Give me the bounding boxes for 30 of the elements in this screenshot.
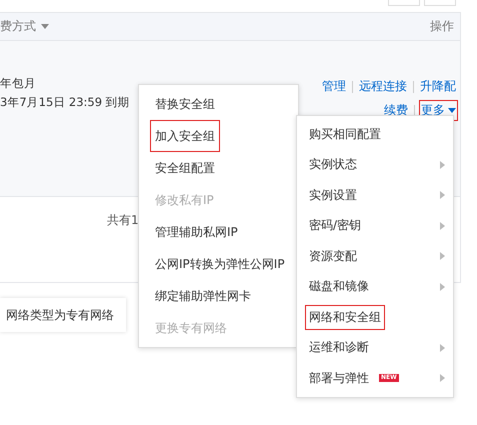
menu-item[interactable]: 管理辅助私网IP [150, 216, 243, 248]
action-link[interactable]: 管理 [320, 76, 348, 97]
pagination-text: 共有1 [107, 213, 139, 227]
menu-item[interactable]: 部署与弹性 [305, 366, 373, 391]
menu-item[interactable]: 加入安全组 [150, 120, 220, 152]
menu-item[interactable]: 安全组配置 [150, 152, 220, 184]
menu-item[interactable]: 实例设置 [305, 182, 361, 208]
caret-icon [41, 24, 49, 29]
menu-item[interactable]: 实例状态 [305, 152, 361, 178]
menu-item: 修改私有IP [154, 192, 215, 209]
action-link[interactable]: 远程连接 [357, 76, 409, 97]
column-header[interactable]: 费方式 [0, 18, 49, 35]
menu-item[interactable]: 购买相同配置 [305, 122, 385, 147]
menu-item[interactable]: 磁盘和镜像 [305, 274, 373, 300]
expiry-cell: 3年7月15日 23:59 到期 [0, 95, 130, 110]
menu-item[interactable]: 密码/密钥 [305, 213, 366, 238]
menu-item[interactable]: 网络和安全组 [305, 304, 385, 330]
toolbar-button[interactable] [388, 0, 420, 6]
menu-item[interactable]: 公网IP转换为弹性公网IP [150, 248, 290, 280]
menu-item[interactable]: 替换安全组 [150, 88, 220, 120]
caret-icon [448, 108, 456, 113]
toolbar-button[interactable] [424, 0, 456, 6]
menu-item[interactable]: 运维和诊断 [305, 335, 373, 360]
column-header: 操作 [430, 18, 454, 35]
tooltip: 网络类型为专有网络 [0, 298, 126, 332]
billing-cell-text: 年包月 [0, 76, 37, 91]
action-link[interactable]: 升降配 [418, 76, 458, 97]
menu-item: 更换专有网络 [154, 320, 228, 337]
menu-item[interactable]: 资源变配 [305, 244, 361, 269]
menu-item[interactable]: 绑定辅助弹性网卡 [150, 280, 256, 312]
